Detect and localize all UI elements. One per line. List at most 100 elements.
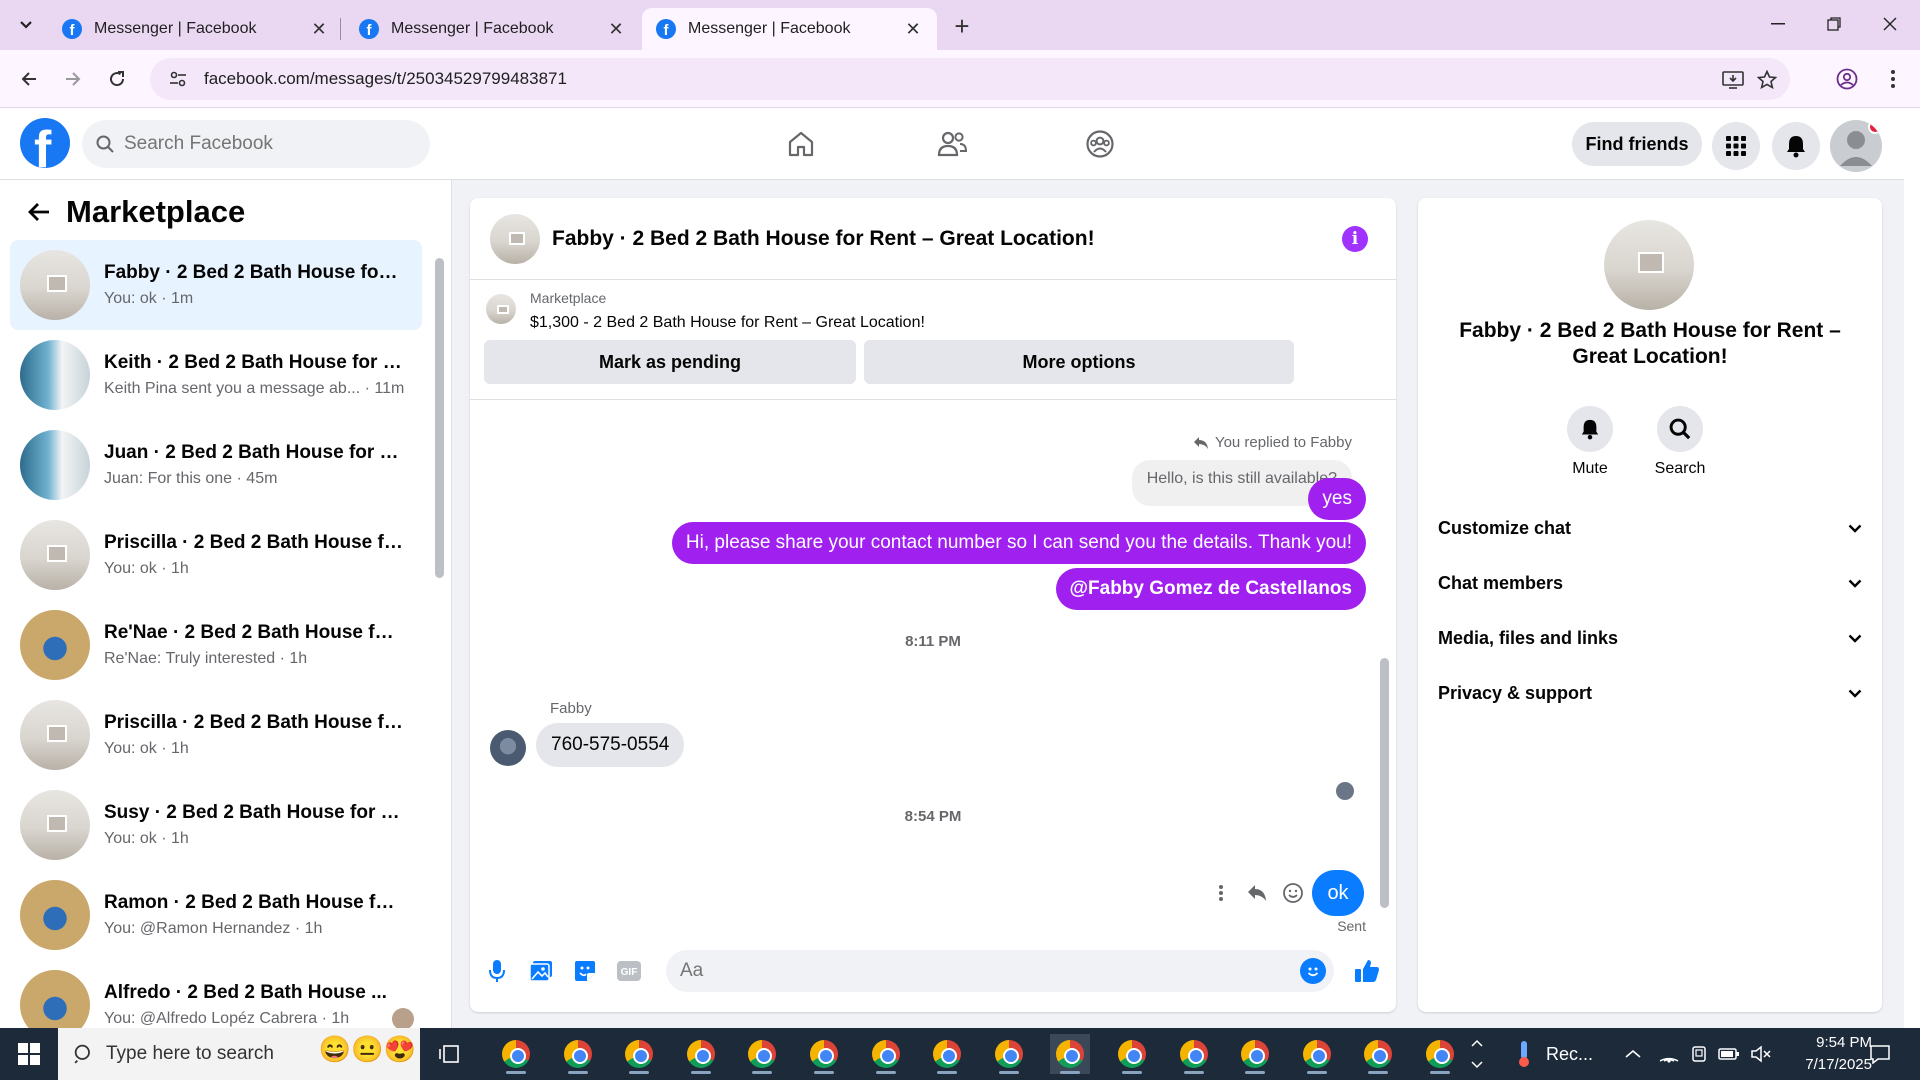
search-in-conversation-action[interactable]: Search [1640,406,1720,478]
browser-tab-3-active[interactable]: f Messenger | Facebook ✕ [642,8,937,50]
browser-profile-button[interactable] [1830,62,1864,96]
conversation-item[interactable]: Re'Nae · 2 Bed 2 Bath House for ... Re'Na… [10,600,422,690]
taskbar-chrome-window[interactable] [1112,1034,1152,1074]
wifi-icon[interactable] [1658,1045,1680,1063]
page-scrollbar[interactable] [1904,108,1920,1028]
sent-message[interactable]: Hi, please share your contact number so … [671,522,1366,564]
reload-button[interactable] [100,62,134,96]
taskbar-chrome-window[interactable] [927,1034,967,1074]
chat-title[interactable]: Fabby · 2 Bed 2 Bath House for Rent – Gr… [552,227,1095,251]
conversation-item[interactable]: Juan · 2 Bed 2 Bath House for R... Juan: … [10,420,422,510]
minimize-button[interactable] [1750,8,1806,40]
reply-icon[interactable] [1242,878,1272,908]
conversation-list-scrollbar[interactable] [432,240,446,1020]
close-tab-icon[interactable]: ✕ [903,19,923,39]
privacy-support-section[interactable]: Privacy & support [1438,673,1862,713]
listing-thumbnail[interactable] [486,294,516,324]
groups-nav-button[interactable] [1076,120,1124,168]
browser-tab-1[interactable]: f Messenger | Facebook ✕ [48,8,343,50]
emoji-picker-icon[interactable] [1300,958,1326,984]
sent-message-mention[interactable]: @Fabby Gomez de Castellanos [1055,568,1366,610]
back-button[interactable] [22,195,56,229]
chat-avatar[interactable] [490,213,540,264]
taskbar-chrome-window[interactable] [804,1034,844,1074]
sticker-icon[interactable] [570,956,600,986]
taskbar-chrome-window[interactable] [619,1034,659,1074]
photo-icon[interactable] [526,956,556,986]
taskbar-chrome-window[interactable] [1174,1034,1214,1074]
conversation-item[interactable]: Susy · 2 Bed 2 Bath House for R... You: o… [10,780,422,870]
start-button[interactable] [0,1028,58,1080]
taskbar-chrome-window[interactable] [681,1034,721,1074]
bookmark-star-icon[interactable] [1754,67,1780,93]
facebook-search-box[interactable] [82,120,430,168]
conversation-item[interactable]: Keith · 2 Bed 2 Bath House for R... Keith… [10,330,422,420]
thumbs-up-icon[interactable] [1352,956,1382,986]
chat-members-section[interactable]: Chat members [1438,563,1862,603]
home-nav-button[interactable] [777,120,825,168]
facebook-search-input[interactable] [124,133,394,155]
browser-tab-2[interactable]: f Messenger | Facebook ✕ [345,8,640,50]
message-input[interactable] [680,960,1280,982]
menu-button[interactable] [1712,122,1760,170]
chat-details-avatar[interactable] [1604,220,1694,310]
taskbar-chrome-window[interactable] [1235,1034,1275,1074]
install-app-icon[interactable] [1720,67,1746,93]
message-thread-scrollbar[interactable] [1376,400,1392,930]
device-icon[interactable] [1690,1045,1708,1063]
sender-avatar[interactable] [490,730,526,766]
taskbar-chrome-window[interactable] [1358,1034,1398,1074]
weather-widget[interactable]: Rec... [1514,1028,1593,1080]
sent-message[interactable]: yes [1308,478,1366,520]
conversation-item[interactable]: Fabby · 2 Bed 2 Bath House for ... You: o… [10,240,422,330]
info-icon[interactable]: i [1342,226,1368,252]
close-tab-icon[interactable]: ✕ [606,19,626,39]
mute-action[interactable]: Mute [1550,406,1630,478]
task-view-button[interactable] [434,1040,464,1068]
notification-center-button[interactable] [1866,1040,1894,1068]
taskbar-chrome-window[interactable] [558,1034,598,1074]
customize-chat-section[interactable]: Customize chat [1438,508,1862,548]
site-info-icon[interactable] [158,71,198,87]
media-files-links-section[interactable]: Media, files and links [1438,618,1862,658]
scroll-tray-arrows[interactable] [1470,1028,1484,1080]
mark-as-pending-button[interactable]: Mark as pending [484,340,856,384]
browser-menu-button[interactable] [1876,62,1910,96]
battery-icon[interactable] [1718,1047,1740,1061]
taskbar-chrome-window[interactable] [1050,1034,1091,1074]
notifications-button[interactable] [1772,122,1820,170]
back-button[interactable] [12,62,46,96]
taskbar-chrome-window[interactable] [1420,1034,1460,1074]
received-message[interactable]: 760-575-0554 [536,723,685,767]
chevron-up-icon[interactable] [1624,1048,1642,1060]
taskbar-chrome-window[interactable] [742,1034,782,1074]
taskbar-chrome-window[interactable] [1297,1034,1337,1074]
conversation-item[interactable]: Alfredo · 2 Bed 2 Bath House ... You: @Al… [10,960,422,1028]
find-friends-button[interactable]: Find friends [1572,122,1702,166]
forward-button[interactable] [56,62,90,96]
address-bar[interactable]: facebook.com/messages/t/2503452979948387… [150,58,1790,100]
close-tab-icon[interactable]: ✕ [309,19,329,39]
taskbar-search-box[interactable]: Type here to search 😄😐😍 [58,1028,420,1080]
conversation-item[interactable]: Priscilla · 2 Bed 2 Bath House for... You… [10,690,422,780]
friends-nav-button[interactable] [928,120,976,168]
listing-description[interactable]: $1,300 - 2 Bed 2 Bath House for Rent – G… [530,314,925,332]
system-clock[interactable]: 9:54 PM 7/17/2025 [1768,1032,1872,1076]
react-emoji-icon[interactable] [1278,878,1308,908]
more-actions-icon[interactable] [1206,878,1236,908]
conversation-item[interactable]: Ramon · 2 Bed 2 Bath House for... You: @R… [10,870,422,960]
tab-search-dropdown[interactable] [12,12,40,38]
facebook-logo-icon[interactable]: f [20,118,70,168]
more-options-button[interactable]: More options [864,340,1294,384]
restore-button[interactable] [1806,8,1862,40]
gif-icon[interactable]: GIF [614,956,644,986]
taskbar-chrome-window[interactable] [989,1034,1029,1074]
taskbar-chrome-window[interactable] [496,1034,536,1074]
conversation-item[interactable]: Priscilla · 2 Bed 2 Bath House for... You… [10,510,422,600]
taskbar-chrome-window[interactable] [866,1034,906,1074]
message-input-box[interactable] [666,950,1334,992]
sent-message[interactable]: ok [1312,870,1364,916]
close-window-button[interactable] [1862,8,1918,40]
new-tab-button[interactable]: + [948,11,976,41]
account-avatar[interactable] [1830,120,1882,172]
